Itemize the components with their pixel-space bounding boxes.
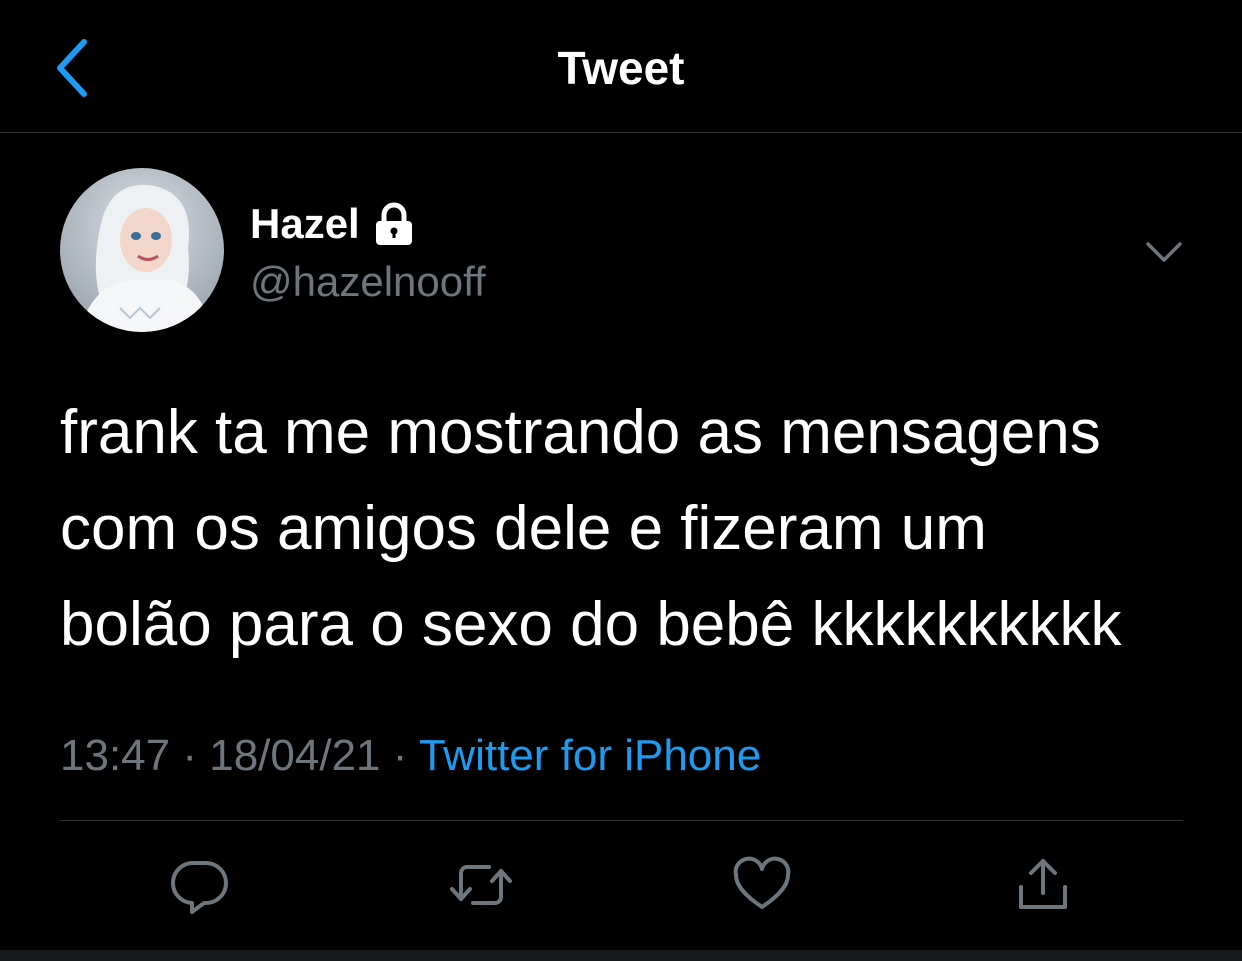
- retweet-icon: [450, 865, 512, 905]
- heart-icon: [733, 856, 791, 909]
- tweet-actions: [0, 850, 1242, 920]
- tweet-menu-button[interactable]: [1144, 234, 1184, 270]
- share-button[interactable]: [1008, 850, 1078, 920]
- reply-icon: [170, 860, 228, 914]
- author-handle[interactable]: @hazelnooff: [250, 256, 486, 308]
- like-button[interactable]: [727, 850, 797, 920]
- tweet-date: 18/04/21: [209, 731, 381, 780]
- tweet-metadata: 13:47 · 18/04/21 · Twitter for iPhone: [60, 728, 761, 784]
- retweet-button[interactable]: [446, 850, 516, 920]
- author-name-row[interactable]: Hazel: [250, 196, 418, 252]
- page-title: Tweet: [557, 42, 685, 94]
- meta-separator: ·: [182, 731, 197, 780]
- lock-icon: [370, 200, 418, 248]
- tweet-text: frank ta me mostrando as mensagens com o…: [60, 385, 1210, 673]
- bottom-edge: [0, 950, 1242, 961]
- tweet-text-line: frank ta me mostrando as mensagens: [60, 398, 1101, 467]
- divider: [60, 820, 1183, 821]
- reply-button[interactable]: [165, 850, 235, 920]
- tweet-source-link[interactable]: Twitter for iPhone: [419, 731, 761, 780]
- share-icon: [1019, 859, 1067, 909]
- tweet-text-line: bolão para o sexo do bebê kkkkkkkkkk: [60, 590, 1122, 659]
- meta-separator: ·: [392, 731, 408, 780]
- author-name[interactable]: Hazel: [250, 198, 360, 250]
- avatar[interactable]: [60, 168, 224, 332]
- chevron-down-icon: [1146, 242, 1182, 262]
- tweet-text-line: com os amigos dele e fizeram um: [60, 494, 987, 563]
- tweet-time: 13:47: [60, 731, 171, 780]
- top-bar: Tweet: [0, 0, 1242, 133]
